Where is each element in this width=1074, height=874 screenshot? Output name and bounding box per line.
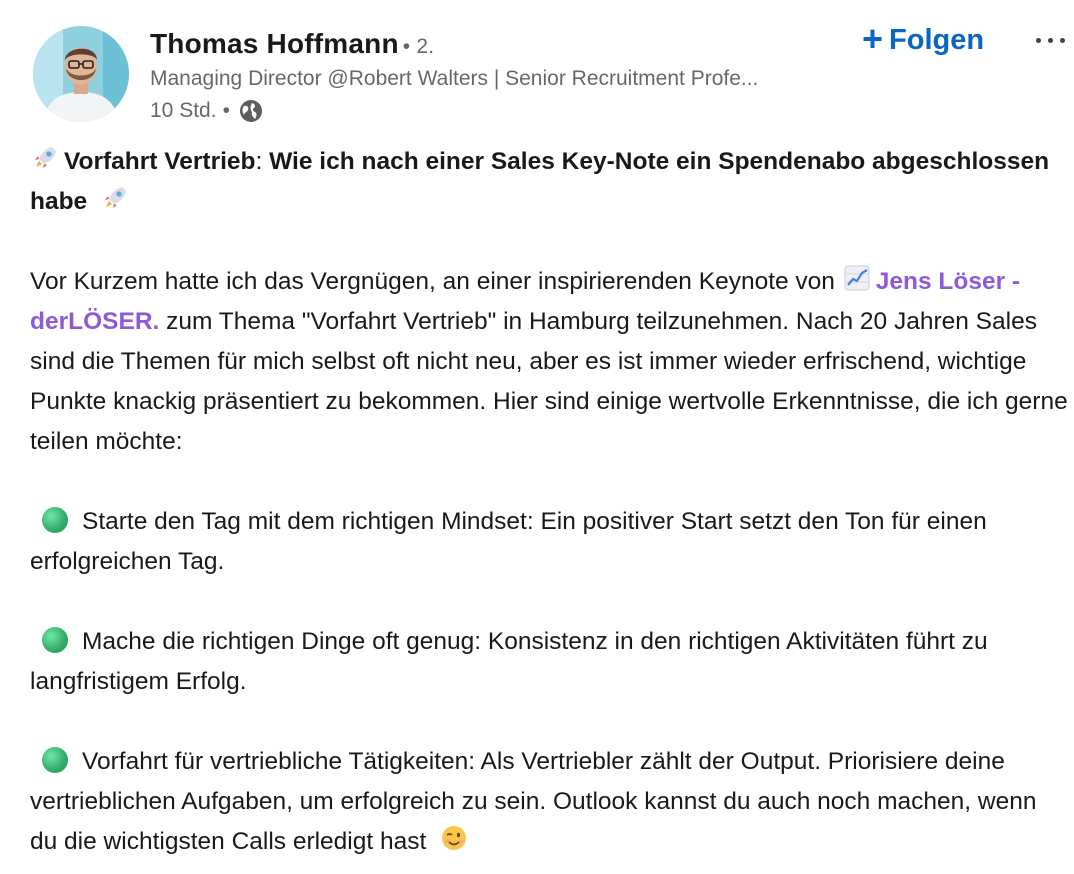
post-meta: 10 Std. •: [150, 98, 264, 124]
avatar-image: [33, 26, 129, 122]
bullet-item: Vorfahrt für vertriebliche Tätigkeiten: …: [30, 742, 1070, 862]
author-avatar[interactable]: [33, 26, 129, 122]
green-circle-emoji: [42, 747, 68, 773]
author-headline: Managing Director @Robert Walters | Seni…: [150, 67, 759, 90]
author-name-row[interactable]: Thomas Hoffmann • 2.: [150, 28, 434, 60]
globe-icon: [238, 98, 264, 124]
plus-icon: +: [862, 17, 884, 59]
intro-before: Vor Kurzem hatte ich das Vergnügen, an e…: [30, 268, 842, 295]
bullet-text: Starte den Tag mit dem richtigen Mindset…: [30, 508, 987, 575]
post-title: Vorfahrt Vertrieb: Wie ich nach einer Sa…: [30, 142, 1070, 222]
chart-increasing-emoji: [844, 265, 870, 291]
bullet-text: Vorfahrt für vertriebliche Tätigkeiten: …: [30, 748, 1037, 855]
follow-button[interactable]: + Folgen: [858, 17, 988, 59]
winking-face-emoji: [442, 826, 467, 850]
bullet-text: Mache die richtigen Dinge oft genug: Kon…: [30, 628, 988, 695]
more-dots-icon: [1036, 38, 1041, 43]
post-text: Vorfahrt Vertrieb: Wie ich nach einer Sa…: [30, 142, 1070, 862]
follow-label: Folgen: [889, 24, 985, 56]
post-title-lead: Vorfahrt Vertrieb: [64, 148, 256, 175]
connection-degree: • 2.: [402, 35, 435, 58]
green-circle-emoji: [42, 627, 68, 653]
author-name[interactable]: Thomas Hoffmann: [150, 28, 399, 59]
post-intro: Vor Kurzem hatte ich das Vergnügen, an e…: [30, 262, 1070, 462]
rocket-emoji: [35, 147, 56, 168]
intro-after: zum Thema "Vorfahrt Vertrieb" in Hamburg…: [30, 308, 1068, 455]
green-circle-emoji: [42, 507, 68, 533]
feed-post-card: Thomas Hoffmann • 2. Managing Director @R…: [0, 0, 1074, 874]
bullet-item: Mache die richtigen Dinge oft genug: Kon…: [30, 622, 1070, 702]
meta-separator: •: [222, 99, 230, 122]
bullet-item: Starte den Tag mit dem richtigen Mindset…: [30, 502, 1070, 582]
post-timestamp: 10 Std.: [150, 99, 217, 122]
rocket-emoji: [105, 187, 126, 208]
more-options-button[interactable]: [1032, 28, 1070, 52]
